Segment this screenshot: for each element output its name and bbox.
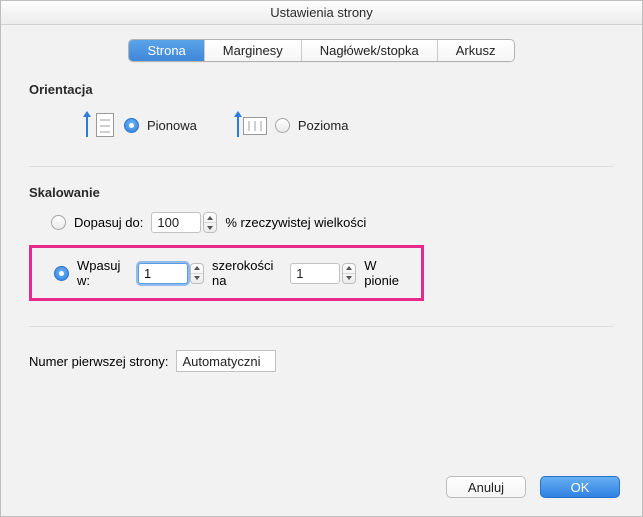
adjust-to-suffix: % rzeczywistej wielkości	[225, 215, 366, 230]
portrait-icon	[84, 109, 116, 141]
fit-suffix-label: W pionie	[364, 258, 409, 288]
chevron-up-icon	[207, 216, 213, 220]
divider	[29, 326, 614, 327]
tab-sheet[interactable]: Arkusz	[438, 40, 514, 61]
first-page-label: Numer pierwszej strony:	[29, 354, 168, 369]
tab-headerfooter[interactable]: Nagłówek/stopka	[302, 40, 438, 61]
adjust-to-row: Dopasuj do: % rzeczywistej wielkości	[29, 212, 614, 233]
chevron-up-icon	[194, 266, 200, 270]
window-title: Ustawienia strony	[1, 1, 642, 25]
orientation-landscape-group[interactable]: Pozioma	[235, 109, 349, 141]
cancel-button[interactable]: Anuluj	[446, 476, 526, 498]
ok-button[interactable]: OK	[540, 476, 620, 498]
radio-landscape-label: Pozioma	[298, 118, 349, 133]
orientation-portrait-group[interactable]: Pionowa	[84, 109, 197, 141]
landscape-icon	[235, 109, 267, 141]
dialog-footer: Anuluj OK	[446, 476, 620, 498]
radio-portrait-label: Pionowa	[147, 118, 197, 133]
fit-tall-spinbuttons[interactable]	[342, 263, 356, 284]
fit-to-label: Wpasuj w:	[77, 258, 130, 288]
adjust-to-stepper	[151, 212, 217, 233]
fit-to-highlight: Wpasuj w: szerokości na W pionie	[29, 245, 424, 301]
first-page-input[interactable]	[176, 350, 276, 372]
adjust-to-spinbuttons[interactable]	[203, 212, 217, 233]
fit-tall-stepper	[290, 263, 356, 284]
fit-wide-spinbuttons[interactable]	[190, 263, 204, 284]
fit-middle-label: szerokości na	[212, 258, 282, 288]
fit-wide-input[interactable]	[138, 263, 188, 284]
scaling-heading: Skalowanie	[29, 185, 614, 200]
chevron-up-icon	[346, 266, 352, 270]
adjust-to-input[interactable]	[151, 212, 201, 233]
adjust-to-label: Dopasuj do:	[74, 215, 143, 230]
chevron-down-icon	[194, 276, 200, 280]
divider	[29, 166, 614, 167]
fit-wide-stepper	[138, 263, 204, 284]
tab-bar: Strona Marginesy Nagłówek/stopka Arkusz	[128, 39, 514, 62]
chevron-down-icon	[207, 226, 213, 230]
page-setup-dialog: Ustawienia strony Strona Marginesy Nagłó…	[0, 0, 643, 517]
radio-portrait[interactable]	[124, 118, 139, 133]
radio-landscape[interactable]	[275, 118, 290, 133]
fit-tall-input[interactable]	[290, 263, 340, 284]
tab-margins[interactable]: Marginesy	[205, 40, 302, 61]
radio-fit-to[interactable]	[54, 266, 69, 281]
chevron-down-icon	[346, 276, 352, 280]
radio-adjust-to[interactable]	[51, 215, 66, 230]
tab-page[interactable]: Strona	[129, 40, 204, 61]
first-page-row: Numer pierwszej strony:	[29, 345, 614, 372]
orientation-heading: Orientacja	[29, 82, 614, 97]
